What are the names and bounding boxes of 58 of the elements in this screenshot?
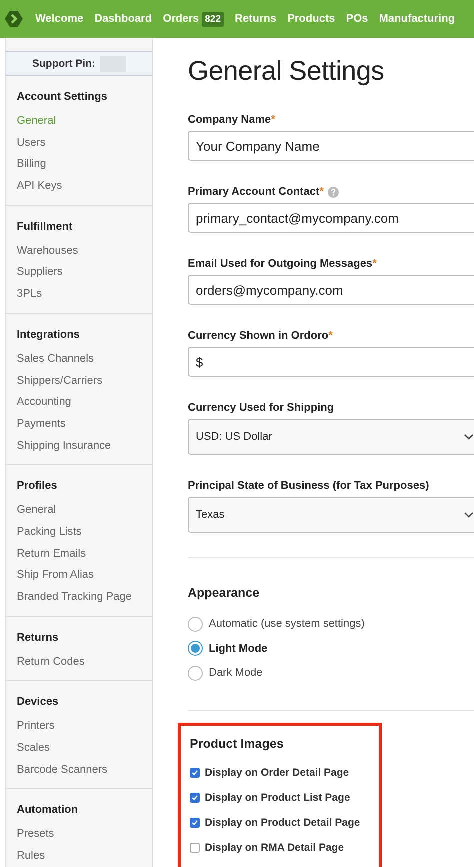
checkbox-label[interactable]: Display on Product Detail Page xyxy=(205,817,360,829)
sidebar-item[interactable]: General xyxy=(6,500,152,522)
section-title: Appearance xyxy=(188,586,261,600)
field-label: Principal State of Business (for Tax Purposes) xyxy=(188,480,430,492)
radio-label: Light Mode xyxy=(209,642,268,655)
radio-label: Automatic (use system settings) xyxy=(209,618,365,630)
sidebar-item[interactable]: Accounting xyxy=(6,392,152,414)
sidebar-item[interactable]: 3PLs xyxy=(6,284,152,306)
radio-option[interactable]: Automatic (use system settings) xyxy=(188,612,474,636)
sidebar-item[interactable]: Rules xyxy=(6,846,152,867)
text-field[interactable]: orders@mycompany.com xyxy=(188,275,474,305)
text-field[interactable]: Your Company Name xyxy=(188,131,474,161)
sidebar-item[interactable]: Presets xyxy=(6,824,152,846)
sidebar-item[interactable]: API Keys xyxy=(6,176,152,198)
checkbox-label[interactable]: Display on RMA Detail Page xyxy=(205,842,344,854)
sidebar-item[interactable]: Packing Lists xyxy=(6,522,152,544)
sidebar-item[interactable]: Warehouses xyxy=(6,240,152,262)
checkbox-label[interactable]: Display on Product List Page xyxy=(205,792,350,804)
sidebar-item[interactable]: General xyxy=(6,111,152,133)
sidebar-item[interactable]: Users xyxy=(6,132,152,154)
sidebar-item[interactable]: Sales Channels xyxy=(6,348,152,370)
sidebar-item[interactable]: Return Emails xyxy=(6,544,152,566)
sidebar-heading: Fulfillment xyxy=(16,220,74,235)
text-field[interactable]: primary_contact@mycompany.com xyxy=(188,203,474,233)
page-title: General Settings xyxy=(188,56,386,87)
select-dropdown[interactable]: USD: US Dollar xyxy=(188,419,474,455)
field-label: Company Name* xyxy=(188,114,276,126)
sidebar-item[interactable]: Payments xyxy=(6,414,152,436)
sidebar-item[interactable]: Shipping Insurance xyxy=(6,436,152,458)
section-title: Product Images xyxy=(190,736,285,750)
sidebar-item[interactable]: Suppliers xyxy=(6,262,152,284)
support-pin-label: Support Pin: xyxy=(32,58,96,70)
sidebar-item[interactable]: Branded Tracking Page xyxy=(6,587,152,609)
sidebar-item[interactable]: Ship From Alias xyxy=(6,565,152,587)
field-label: Currency Shown in Ordoro* xyxy=(188,330,333,342)
nav-item[interactable]: Orders 822 xyxy=(158,12,230,26)
sidebar-item[interactable]: Billing xyxy=(6,154,152,176)
sidebar-heading: Integrations xyxy=(16,328,81,343)
field-label: Email Used for Outgoing Messages* xyxy=(188,258,377,270)
field-label: Primary Account Contact* xyxy=(188,186,324,198)
sidebar-item[interactable]: Barcode Scanners xyxy=(6,760,152,782)
sidebar-heading: Devices xyxy=(16,695,60,710)
radio-label: Dark Mode xyxy=(209,667,263,680)
checkbox-label[interactable]: Display on Order Detail Page xyxy=(205,767,350,779)
sidebar-item[interactable]: Shippers/Carriers xyxy=(6,370,152,392)
sidebar-heading: Account Settings xyxy=(16,90,108,105)
sidebar-heading: Returns xyxy=(16,630,60,646)
select-dropdown[interactable]: Texas xyxy=(188,497,474,533)
field-label: Currency Used for Shipping xyxy=(188,402,334,414)
count-badge: 822 xyxy=(202,12,224,26)
sidebar-heading: Profiles xyxy=(16,479,58,494)
radio-option[interactable]: Light Mode xyxy=(188,636,474,661)
sidebar-heading: Automation xyxy=(16,803,80,818)
sidebar-item[interactable]: Printers xyxy=(6,716,152,738)
radio-option[interactable]: Dark Mode xyxy=(188,661,474,686)
text-field[interactable]: $ xyxy=(188,347,474,377)
sidebar-item[interactable]: Scales xyxy=(6,738,152,760)
sidebar-item[interactable]: Return Codes xyxy=(6,652,152,674)
